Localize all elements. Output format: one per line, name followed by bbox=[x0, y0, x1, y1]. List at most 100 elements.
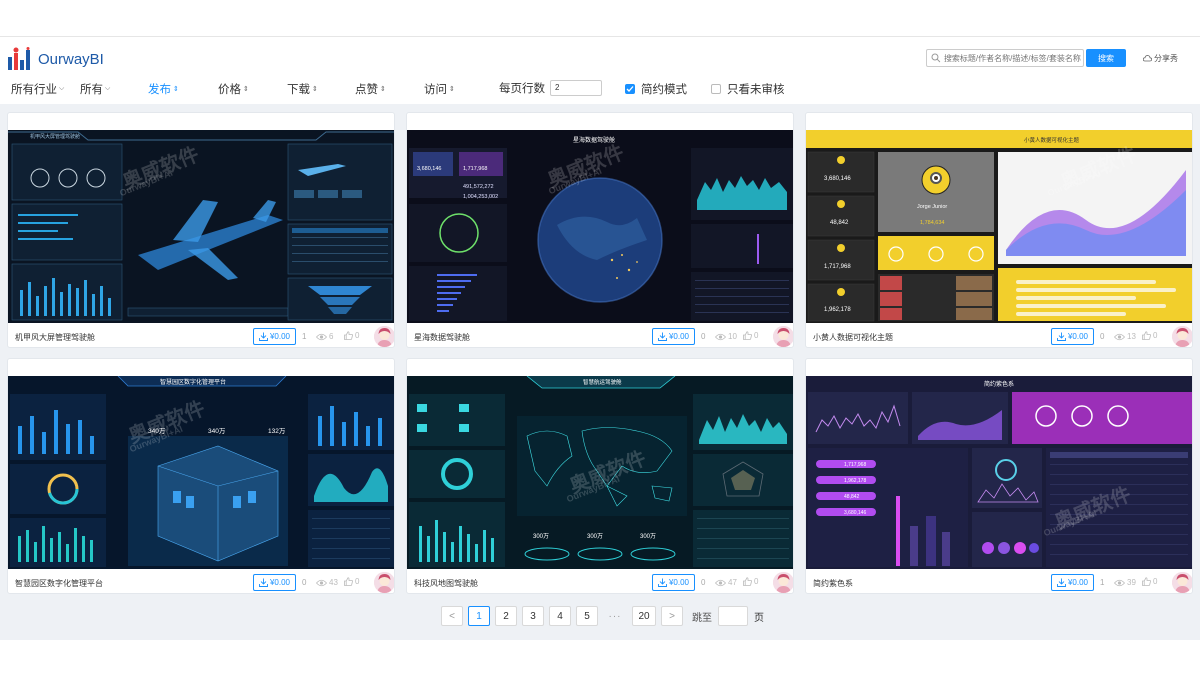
template-card[interactable]: 小黄人数据可视化主题 3,680,146 48,842 1,717,968 1,… bbox=[805, 112, 1193, 348]
filter-bar: 所有行业 ⌵ 所有 ⌵ 发布 ⇕ 价格 ⇕ 下载 ⇕ 点赞 ⇕ 访问 ⇕ 每页行数 2 简约模… bbox=[0, 80, 1200, 98]
download-count: 1 bbox=[302, 332, 307, 341]
view-count: 43 bbox=[316, 578, 338, 587]
industry-filter[interactable]: 所有行业 ⌵ bbox=[11, 81, 64, 97]
chevron-down-icon: ⌵ bbox=[105, 85, 111, 92]
thumb-value: 300万 bbox=[587, 533, 603, 540]
card-thumbnail[interactable]: 智慧园区数字化管理平台 340万 340万 132万 奥威软件 OurwayBI… bbox=[8, 376, 394, 569]
like-count[interactable]: 0 bbox=[1142, 577, 1157, 586]
card-title[interactable]: 机甲风大屏管理驾驶舱 bbox=[15, 332, 95, 343]
logo[interactable]: OurwayBI bbox=[7, 47, 104, 71]
sort-visits[interactable]: 访问 ⇕ bbox=[424, 81, 455, 97]
card-thumbnail[interactable]: 机甲风大屏管理驾驶舱 奥威软件 OurwayBI+AI bbox=[8, 130, 394, 323]
search-bar: 搜索 分享秀 bbox=[926, 49, 1178, 67]
view-count: 10 bbox=[715, 332, 737, 341]
page-ellipsis[interactable]: ··· bbox=[603, 611, 627, 622]
download-price-button[interactable]: ¥0.00 bbox=[652, 574, 695, 591]
card-title[interactable]: 星海数据驾驶舱 bbox=[414, 332, 470, 343]
dashboard-preview-map: 智慧航运驾驶舱 300万 300万 300万 bbox=[407, 376, 793, 569]
view-count: 47 bbox=[715, 578, 737, 587]
sort-publish[interactable]: 发布 ⇕ bbox=[148, 81, 179, 97]
template-card[interactable]: 智慧园区数字化管理平台 340万 340万 132万 奥威软件 OurwayBI… bbox=[7, 358, 395, 594]
like-count[interactable]: 0 bbox=[743, 331, 758, 340]
all-filter[interactable]: 所有 ⌵ bbox=[80, 81, 110, 97]
card-thumbnail[interactable]: 简约紫色系 1,717,968 1,962,178 48,842 3,680,1… bbox=[806, 376, 1192, 569]
thumb-value: 340万 bbox=[208, 427, 226, 435]
search-icon bbox=[931, 53, 941, 63]
like-count[interactable]: 0 bbox=[344, 331, 359, 340]
simple-mode-toggle[interactable]: 简约模式 bbox=[625, 81, 687, 97]
sort-download[interactable]: 下载 ⇕ bbox=[287, 81, 318, 97]
card-thumbnail[interactable]: 小黄人数据可视化主题 3,680,146 48,842 1,717,968 1,… bbox=[806, 130, 1192, 323]
page-button-1[interactable]: 1 bbox=[468, 606, 490, 626]
eye-icon bbox=[1114, 333, 1125, 340]
prev-page-button[interactable]: < bbox=[441, 606, 463, 626]
download-count: 0 bbox=[1100, 332, 1105, 341]
card-footer: 小黄人数据可视化主题 ¥0.00 0 13 0 bbox=[806, 325, 1192, 347]
template-card[interactable]: 3,680,146 1,717,968 491,572,272 1,004,25… bbox=[406, 112, 794, 348]
author-avatar[interactable] bbox=[374, 326, 394, 347]
avatar-image bbox=[1172, 572, 1192, 593]
share-link[interactable]: 分享秀 bbox=[1143, 53, 1178, 64]
sort-icon: ⇕ bbox=[173, 86, 179, 93]
sort-likes[interactable]: 点赞 ⇕ bbox=[355, 81, 386, 97]
download-count: 1 bbox=[1100, 578, 1105, 587]
author-avatar[interactable] bbox=[374, 572, 394, 593]
download-price-button[interactable]: ¥0.00 bbox=[652, 328, 695, 345]
view-count-value: 13 bbox=[1127, 332, 1136, 341]
per-page-input[interactable]: 2 bbox=[550, 80, 602, 96]
top-band bbox=[0, 0, 1200, 37]
template-card[interactable]: 智慧航运驾驶舱 300万 300万 300万 奥威软件 OurwayBI bbox=[406, 358, 794, 594]
template-card[interactable]: 机甲风大屏管理驾驶舱 奥威软件 OurwayBI+AI 机甲风大屏管理驾驶舱 ¥… bbox=[7, 112, 395, 348]
card-title[interactable]: 智慧园区数字化管理平台 bbox=[15, 578, 103, 589]
card-title[interactable]: 简约紫色系 bbox=[813, 578, 853, 589]
jump-page-input[interactable] bbox=[718, 606, 748, 626]
eye-icon bbox=[316, 579, 327, 586]
card-title[interactable]: 小黄人数据可视化主题 bbox=[813, 332, 893, 343]
sort-icon: ⇕ bbox=[243, 86, 249, 93]
download-price-button[interactable]: ¥0.00 bbox=[253, 328, 296, 345]
template-card[interactable]: 简约紫色系 1,717,968 1,962,178 48,842 3,680,1… bbox=[805, 358, 1193, 594]
author-avatar[interactable] bbox=[773, 572, 793, 593]
search-input[interactable] bbox=[943, 53, 1083, 63]
card-thumbnail[interactable]: 智慧航运驾驶舱 300万 300万 300万 奥威软件 OurwayBI bbox=[407, 376, 793, 569]
thumb-value: 3,680,146 bbox=[417, 166, 441, 172]
search-box[interactable] bbox=[926, 49, 1084, 67]
unreviewed-toggle[interactable]: 只看未审核 bbox=[711, 81, 785, 97]
page-button-2[interactable]: 2 bbox=[495, 606, 517, 626]
next-page-button[interactable]: > bbox=[661, 606, 683, 626]
download-price-button[interactable]: ¥0.00 bbox=[1051, 328, 1094, 345]
simple-mode-label: 简约模式 bbox=[641, 84, 687, 96]
avatar-image bbox=[773, 326, 793, 347]
price-label: ¥0.00 bbox=[269, 578, 291, 587]
author-avatar[interactable] bbox=[1172, 326, 1192, 347]
author-avatar[interactable] bbox=[773, 326, 793, 347]
logo-text: OurwayBI bbox=[38, 50, 104, 68]
card-thumbnail[interactable]: 3,680,146 1,717,968 491,572,272 1,004,25… bbox=[407, 130, 793, 323]
dashboard-preview-purple: 简约紫色系 1,717,968 1,962,178 48,842 3,680,1… bbox=[806, 376, 1192, 569]
page-button-last[interactable]: 20 bbox=[632, 606, 656, 626]
thumb-value: 3,680,146 bbox=[844, 510, 866, 516]
thumb-value: 48,842 bbox=[830, 220, 849, 226]
thumb-value: 132万 bbox=[268, 427, 286, 435]
page-button-3[interactable]: 3 bbox=[522, 606, 544, 626]
like-count[interactable]: 0 bbox=[1142, 331, 1157, 340]
card-title[interactable]: 科技风地图驾驶舱 bbox=[414, 578, 478, 589]
sort-price[interactable]: 价格 ⇕ bbox=[218, 81, 249, 97]
cloud-icon bbox=[1143, 55, 1152, 62]
like-count-value: 0 bbox=[355, 577, 360, 586]
unreviewed-checkbox[interactable] bbox=[711, 84, 721, 94]
author-avatar[interactable] bbox=[1172, 572, 1192, 593]
like-count[interactable]: 0 bbox=[743, 577, 758, 586]
chevron-down-icon: ⌵ bbox=[59, 85, 65, 92]
avatar-image bbox=[374, 572, 394, 593]
simple-mode-checkbox[interactable] bbox=[625, 84, 635, 94]
page-button-4[interactable]: 4 bbox=[549, 606, 571, 626]
download-price-button[interactable]: ¥0.00 bbox=[1051, 574, 1094, 591]
search-button[interactable]: 搜索 bbox=[1086, 49, 1126, 67]
download-price-button[interactable]: ¥0.00 bbox=[253, 574, 296, 591]
page-button-5[interactable]: 5 bbox=[576, 606, 598, 626]
sort-price-label: 价格 bbox=[218, 84, 241, 96]
header: OurwayBI 搜索 分享秀 bbox=[0, 44, 1200, 74]
like-count[interactable]: 0 bbox=[344, 577, 359, 586]
thumb-title: 简约紫色系 bbox=[984, 380, 1014, 388]
